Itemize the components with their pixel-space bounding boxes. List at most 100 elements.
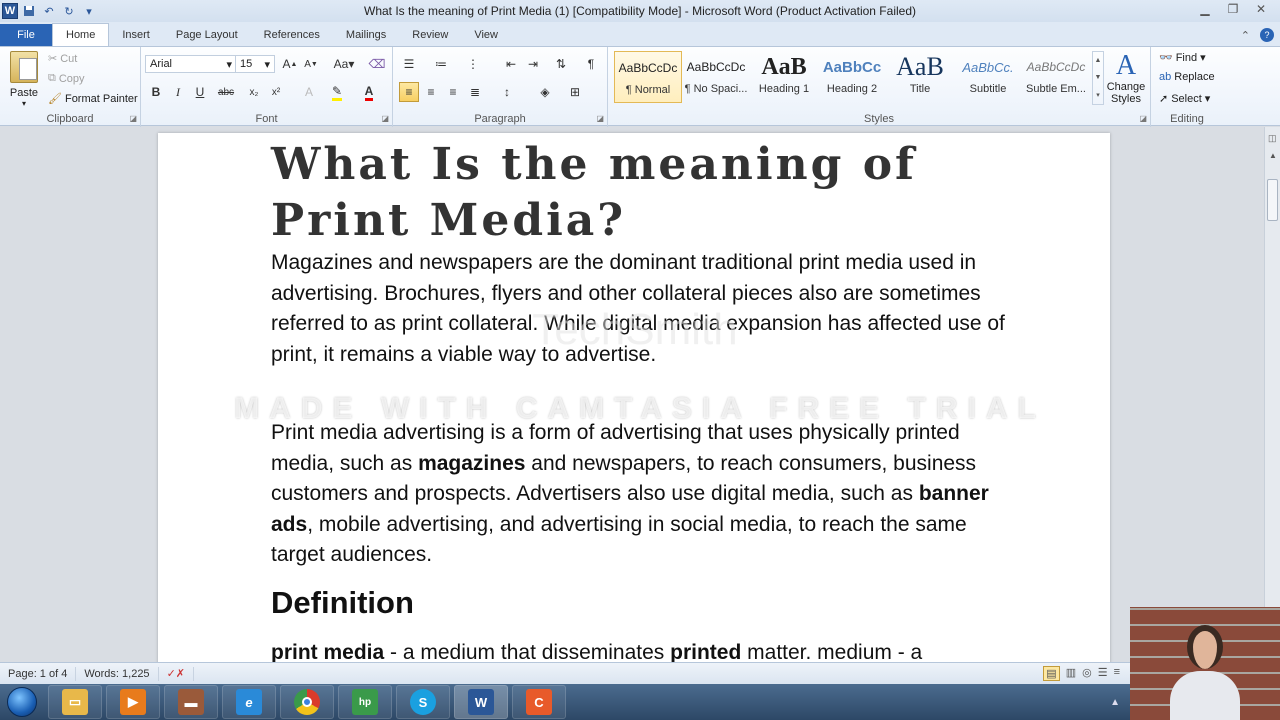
undo-icon[interactable]: ↶ — [40, 2, 58, 20]
tab-view[interactable]: View — [461, 24, 511, 46]
clipboard-launcher-icon[interactable]: ◪ — [129, 114, 137, 123]
ruler-toggle-icon[interactable]: ◫ — [1268, 133, 1277, 144]
multilevel-list-icon[interactable]: ⋮ — [463, 54, 483, 74]
copy-button[interactable]: ⧉ Copy — [48, 72, 85, 85]
style-subtitle[interactable]: AaBbCc. Subtitle — [954, 51, 1022, 103]
font-family-select[interactable]: Arial ▾ — [145, 55, 237, 73]
font-color-icon[interactable]: A — [359, 82, 379, 102]
bullets-icon[interactable]: ☰ — [399, 54, 419, 74]
full-screen-reading-icon[interactable]: ▥ — [1066, 666, 1076, 681]
vertical-scrollbar[interactable]: ◫ ▲ ▼ — [1264, 127, 1280, 662]
document-title[interactable]: What Is the meaning of Print Media? — [271, 137, 1031, 249]
justify-icon[interactable]: ≣ — [465, 82, 485, 102]
change-styles-button[interactable]: A Change Styles — [1106, 51, 1146, 106]
strikethrough-button[interactable]: abc — [213, 82, 239, 102]
tray-show-hidden-icon[interactable]: ▲ — [1110, 697, 1120, 708]
sort-icon[interactable]: ⇅ — [551, 54, 571, 74]
tab-insert[interactable]: Insert — [109, 24, 163, 46]
minimize-ribbon-icon[interactable]: ⌃ — [1241, 29, 1250, 42]
styles-scroll-control[interactable]: ▲ ▼ ▾ — [1092, 51, 1104, 105]
tab-references[interactable]: References — [251, 24, 333, 46]
show-formatting-icon[interactable]: ¶ — [581, 54, 601, 74]
style-subtle-emphasis[interactable]: AaBbCcDc Subtle Em... — [1022, 51, 1090, 103]
shading-icon[interactable]: ◈ — [535, 82, 555, 102]
align-left-icon[interactable]: ≡ — [399, 82, 419, 102]
select-button[interactable]: ➚ Select ▾ — [1159, 92, 1210, 106]
save-icon[interactable] — [20, 2, 38, 20]
underline-button[interactable]: U — [190, 82, 210, 102]
superscript-button[interactable]: x² — [266, 82, 286, 102]
style-normal[interactable]: AaBbCcDc ¶ Normal — [614, 51, 682, 103]
taskbar-media-player[interactable]: ▶ — [106, 685, 160, 719]
web-layout-icon[interactable]: ◎ — [1082, 666, 1092, 681]
font-launcher-icon[interactable]: ◪ — [381, 114, 389, 123]
taskbar-chrome[interactable] — [280, 685, 334, 719]
paragraph-1[interactable]: Magazines and newspapers are the dominan… — [271, 248, 1006, 370]
document-area[interactable]: What Is the meaning of Print Media? Maga… — [0, 127, 1264, 662]
taskbar-camtasia[interactable]: C — [512, 685, 566, 719]
find-button[interactable]: 👓 Find ▾ — [1159, 51, 1206, 65]
taskbar-internet-explorer[interactable]: e — [222, 685, 276, 719]
replace-label: Replace — [1174, 71, 1215, 83]
customize-icon[interactable]: ▾ — [80, 2, 98, 20]
taskbar-generic-app[interactable]: ▬ — [164, 685, 218, 719]
word-app-icon[interactable]: W — [2, 3, 18, 19]
scrollbar-thumb[interactable] — [1267, 179, 1278, 221]
numbering-icon[interactable]: ≔ — [431, 54, 451, 74]
style-heading-1[interactable]: AaB Heading 1 — [750, 51, 818, 103]
definition-heading[interactable]: Definition — [271, 585, 414, 621]
shrink-font-icon[interactable]: A ▼ — [301, 54, 321, 74]
minimize-button[interactable]: ▁ — [1192, 0, 1218, 18]
borders-icon[interactable]: ⊞ — [565, 82, 585, 102]
subscript-button[interactable]: x₂ — [244, 82, 264, 102]
align-right-icon[interactable]: ≡ — [443, 82, 463, 102]
style-no-spacing[interactable]: AaBbCcDc ¶ No Spaci... — [682, 51, 750, 103]
paragraph-launcher-icon[interactable]: ◪ — [596, 114, 604, 123]
font-size-select[interactable]: 15 ▾ — [235, 55, 275, 73]
clear-formatting-icon[interactable]: ⌫ — [367, 54, 387, 74]
restore-button[interactable]: ❐ — [1220, 0, 1246, 18]
help-icon[interactable]: ? — [1260, 28, 1274, 42]
tab-review[interactable]: Review — [399, 24, 461, 46]
taskbar-word[interactable]: W — [454, 685, 508, 719]
document-page[interactable]: What Is the meaning of Print Media? Maga… — [158, 133, 1110, 662]
start-button[interactable] — [0, 684, 44, 720]
italic-button[interactable]: I — [168, 82, 188, 102]
grow-font-icon[interactable]: A ▲ — [280, 54, 300, 74]
align-center-icon[interactable]: ≡ — [421, 82, 441, 102]
change-case-button[interactable]: Aa ▾ — [331, 54, 357, 74]
style-title[interactable]: AaB Title — [886, 51, 954, 103]
tab-page-layout[interactable]: Page Layout — [163, 24, 251, 46]
taskbar: ▭ ▶ ▬ e hp S W C ▲ — [0, 684, 1280, 720]
word-count[interactable]: Words: 1,225 — [76, 666, 159, 681]
paste-button[interactable]: Paste ▾ — [6, 51, 42, 108]
line-spacing-icon[interactable]: ↕ — [497, 82, 517, 102]
tab-file[interactable]: File — [0, 24, 52, 46]
format-painter-button[interactable]: 🖌 Format Painter — [48, 92, 138, 106]
paragraph-2[interactable]: Print media advertising is a form of adv… — [271, 418, 1006, 571]
redo-icon[interactable]: ↻ — [60, 2, 78, 20]
style-heading-2[interactable]: AaBbCc Heading 2 — [818, 51, 886, 103]
decrease-indent-icon[interactable]: ⇤ — [501, 54, 521, 74]
app-icon: ▬ — [178, 689, 204, 715]
close-button[interactable]: ✕ — [1248, 0, 1274, 18]
taskbar-hp-app[interactable]: hp — [338, 685, 392, 719]
replace-button[interactable]: ab Replace — [1159, 71, 1215, 83]
taskbar-skype[interactable]: S — [396, 685, 450, 719]
print-layout-icon[interactable]: ▤ — [1043, 666, 1060, 681]
scroll-up-icon[interactable]: ▲ — [1269, 151, 1277, 160]
proofing-icon[interactable]: ✓✗ — [159, 666, 194, 681]
increase-indent-icon[interactable]: ⇥ — [523, 54, 543, 74]
text-effects-icon[interactable]: A — [299, 82, 319, 102]
tab-home[interactable]: Home — [52, 23, 110, 46]
taskbar-file-explorer[interactable]: ▭ — [48, 685, 102, 719]
cut-button[interactable]: ✂ Cut — [48, 52, 77, 66]
tab-mailings[interactable]: Mailings — [333, 24, 399, 46]
page-count[interactable]: Page: 1 of 4 — [0, 666, 77, 681]
highlight-icon[interactable]: ✎ — [327, 82, 347, 102]
draft-icon[interactable]: ≡ — [1114, 666, 1120, 681]
definition-paragraph[interactable]: print media - a medium that disseminates… — [271, 641, 922, 662]
bold-button[interactable]: B — [146, 82, 166, 102]
styles-launcher-icon[interactable]: ◪ — [1139, 114, 1147, 123]
outline-icon[interactable]: ☰ — [1098, 666, 1108, 681]
